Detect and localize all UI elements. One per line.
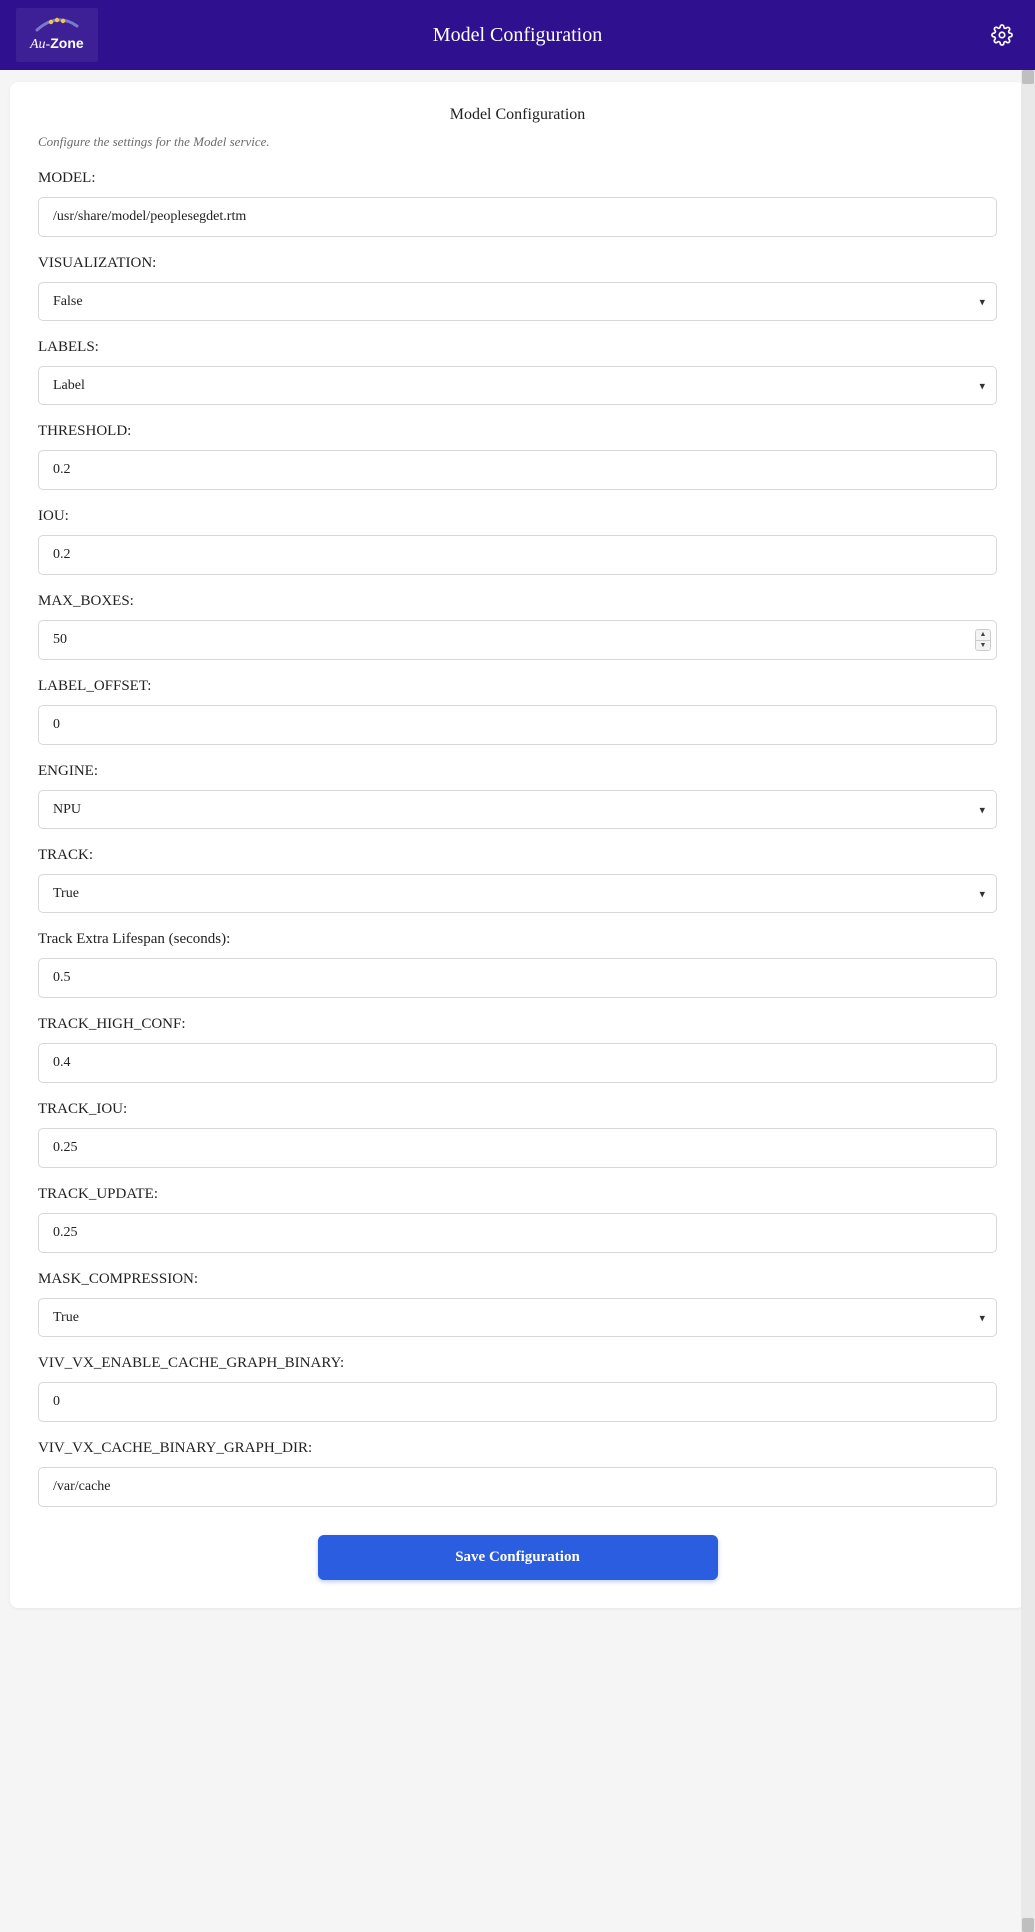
logo-swoosh-icon: [33, 16, 81, 34]
threshold-input[interactable]: [38, 450, 997, 490]
field-viv-enable: VIV_VX_ENABLE_CACHE_GRAPH_BINARY:: [38, 1355, 997, 1422]
max-boxes-stepper: ▲ ▼: [975, 629, 991, 651]
label-track-high-conf: TRACK_HIGH_CONF:: [38, 1016, 997, 1033]
label-model: MODEL:: [38, 170, 997, 187]
brand-text-prefix: Au-: [30, 37, 50, 52]
mask-compression-select[interactable]: True: [38, 1298, 997, 1337]
field-threshold: THRESHOLD:: [38, 423, 997, 490]
labels-select[interactable]: Label: [38, 366, 997, 405]
label-mask-compression: MASK_COMPRESSION:: [38, 1271, 997, 1288]
field-track-extra-lifespan: Track Extra Lifespan (seconds):: [38, 931, 997, 998]
brand-text: Au-Zone: [30, 36, 84, 52]
scrollbar-thumb-bottom[interactable]: [1022, 1918, 1034, 1932]
track-select[interactable]: True: [38, 874, 997, 913]
label-track: TRACK:: [38, 847, 997, 864]
label-label-offset: LABEL_OFFSET:: [38, 678, 997, 695]
field-viv-dir: VIV_VX_CACHE_BINARY_GRAPH_DIR:: [38, 1440, 997, 1507]
track-extra-lifespan-input[interactable]: [38, 958, 997, 998]
step-down-button[interactable]: ▼: [976, 641, 990, 651]
label-iou: IOU:: [38, 508, 997, 525]
label-offset-input[interactable]: [38, 705, 997, 745]
field-engine: ENGINE: NPU ▾: [38, 763, 997, 829]
gear-icon: [991, 24, 1013, 46]
label-max-boxes: MAX_BOXES:: [38, 593, 997, 610]
visualization-select[interactable]: False: [38, 282, 997, 321]
field-track-high-conf: TRACK_HIGH_CONF:: [38, 1016, 997, 1083]
track-high-conf-input[interactable]: [38, 1043, 997, 1083]
field-mask-compression: MASK_COMPRESSION: True ▾: [38, 1271, 997, 1337]
save-configuration-button[interactable]: Save Configuration: [318, 1535, 718, 1580]
viv-dir-input[interactable]: [38, 1467, 997, 1507]
field-track: TRACK: True ▾: [38, 847, 997, 913]
label-viv-dir: VIV_VX_CACHE_BINARY_GRAPH_DIR:: [38, 1440, 997, 1457]
viv-enable-input[interactable]: [38, 1382, 997, 1422]
config-card: Model Configuration Configure the settin…: [10, 82, 1025, 1608]
brand-text-bold: Zone: [50, 35, 83, 51]
label-labels: LABELS:: [38, 339, 997, 356]
field-track-iou: TRACK_IOU:: [38, 1101, 997, 1168]
top-bar: Au-Zone Model Configuration: [0, 0, 1035, 70]
label-track-extra-lifespan: Track Extra Lifespan (seconds):: [38, 931, 997, 948]
page-title: Model Configuration: [433, 24, 602, 47]
track-iou-input[interactable]: [38, 1128, 997, 1168]
field-max-boxes: MAX_BOXES: ▲ ▼: [38, 593, 997, 660]
settings-button[interactable]: [985, 18, 1019, 52]
label-track-update: TRACK_UPDATE:: [38, 1186, 997, 1203]
card-title: Model Configuration: [38, 106, 997, 124]
model-input[interactable]: [38, 197, 997, 237]
label-visualization: VISUALIZATION:: [38, 255, 997, 272]
label-threshold: THRESHOLD:: [38, 423, 997, 440]
iou-input[interactable]: [38, 535, 997, 575]
max-boxes-input[interactable]: [38, 620, 997, 660]
brand-logo: Au-Zone: [16, 8, 98, 62]
track-update-input[interactable]: [38, 1213, 997, 1253]
step-up-button[interactable]: ▲: [976, 630, 990, 641]
field-visualization: VISUALIZATION: False ▾: [38, 255, 997, 321]
field-iou: IOU:: [38, 508, 997, 575]
field-track-update: TRACK_UPDATE:: [38, 1186, 997, 1253]
label-viv-enable: VIV_VX_ENABLE_CACHE_GRAPH_BINARY:: [38, 1355, 997, 1372]
label-track-iou: TRACK_IOU:: [38, 1101, 997, 1118]
engine-select[interactable]: NPU: [38, 790, 997, 829]
field-labels: LABELS: Label ▾: [38, 339, 997, 405]
scrollbar-thumb-top[interactable]: [1022, 70, 1034, 84]
field-model: MODEL:: [38, 170, 997, 237]
label-engine: ENGINE:: [38, 763, 997, 780]
scrollbar-track[interactable]: [1021, 70, 1035, 1932]
card-description: Configure the settings for the Model ser…: [38, 134, 997, 150]
field-label-offset: LABEL_OFFSET:: [38, 678, 997, 745]
